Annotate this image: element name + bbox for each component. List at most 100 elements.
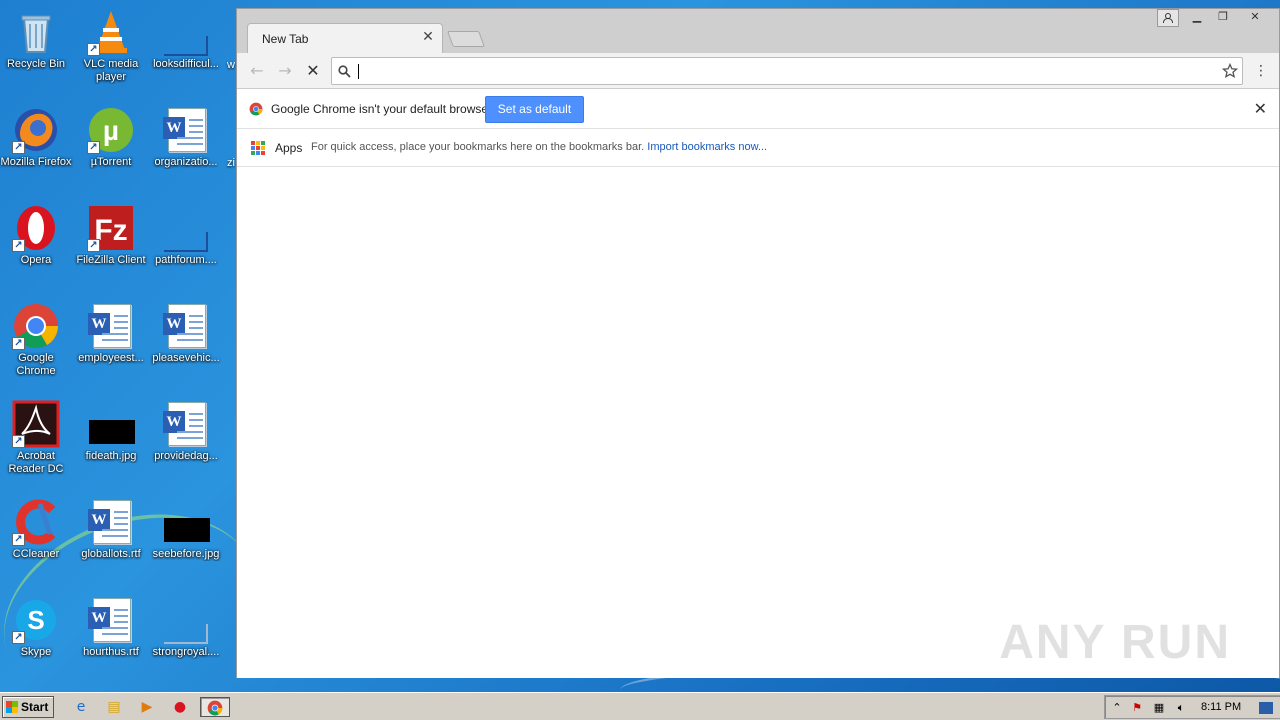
shortcut-arrow-icon: ↗ [12,533,25,546]
bookmarks-hint-text: For quick access, place your bookmarks h… [311,141,645,153]
desktop-icon-vlc[interactable]: ↗ VLC media player [73,4,149,96]
desktop-icon-globallots[interactable]: W globallots.rtf [73,494,149,586]
bookmark-star-icon[interactable] [1222,63,1238,79]
tab-title: New Tab [262,32,309,46]
title-bar: New Tab ✕ ▁ ❐ ✕ [237,9,1279,53]
apps-grid-icon[interactable] [251,141,265,155]
icon-label: pathforum.... [155,254,217,266]
profile-icon[interactable] [1157,9,1179,27]
apps-shortcut[interactable]: Apps [275,141,302,155]
icon-label: organizatio... [154,156,218,168]
desktop-icon-hourthus[interactable]: W hourthus.rtf [73,592,149,684]
icon-label: fideath.jpg [85,450,137,462]
skype-icon: S ↗ [12,596,60,644]
desktop-icon-providedag[interactable]: W providedag... [148,396,224,488]
show-desktop-icon[interactable] [1259,702,1273,714]
start-button[interactable]: Start [2,696,54,718]
icon-label: FileZilla Client [76,254,146,266]
media-player-icon[interactable]: ▶ [136,697,158,717]
forward-arrow-icon[interactable]: → [275,61,295,81]
icon-label: providedag... [154,450,218,462]
word-document-icon: W [87,302,135,350]
shortcut-arrow-icon: ↗ [87,43,100,56]
desktop-icon-looksdifficul[interactable]: looksdifficul... [148,4,224,96]
opera-taskbar-icon[interactable]: ● [169,697,191,717]
infobar-close-icon[interactable]: ✕ [1254,99,1267,118]
icon-label: strongroyal.... [152,646,220,658]
desktop-icon-pleasevehic[interactable]: W pleasevehic... [148,298,224,390]
shortcut-arrow-icon: ↗ [87,141,100,154]
file-explorer-icon[interactable]: ▤ [103,697,125,717]
menu-kebab-icon[interactable]: ⋮ [1251,61,1271,81]
internet-explorer-icon[interactable]: e [70,697,92,717]
icon-label: Acrobat Reader DC [8,450,64,475]
search-icon [338,65,351,78]
icon-label: Recycle Bin [6,58,66,70]
bookmarks-hint: For quick access, place your bookmarks h… [311,141,767,153]
icon-label: Google Chrome [16,352,56,377]
icon-label: hourthus.rtf [83,646,139,658]
desktop-icon-strongroyal[interactable]: strongroyal.... [148,592,224,684]
close-window-button[interactable]: ✕ [1243,9,1267,27]
windows-logo-icon [6,701,18,713]
import-bookmarks-link[interactable]: Import bookmarks now... [647,141,767,153]
shortcut-arrow-icon: ↗ [12,631,25,644]
svg-text:µ: µ [103,115,119,146]
icon-label: Opera [20,254,52,266]
file-icon [162,596,210,644]
shortcut-arrow-icon: ↗ [12,337,25,350]
minimize-button[interactable]: ▁ [1185,9,1209,27]
chrome-taskbar-button[interactable] [200,697,230,717]
tab-close-icon[interactable]: ✕ [420,29,436,45]
network-icon[interactable]: ▦ [1151,700,1167,716]
action-center-icon[interactable]: ⚑ [1129,700,1145,716]
desktop-icon-utorrent[interactable]: µ ↗ µTorrent [73,102,149,194]
default-browser-infobar: Google Chrome isn't your default browser… [237,89,1279,129]
restore-button[interactable]: ❐ [1211,9,1235,27]
image-file-icon [162,498,210,546]
vlc-icon: ↗ [87,8,135,56]
show-hidden-icons-icon[interactable]: ⌃ [1109,700,1125,716]
acrobat-icon: ↗ [12,400,60,448]
word-document-icon: W [162,106,210,154]
omnibox[interactable] [331,57,1243,85]
desktop-icon-pathforum[interactable]: pathforum.... [148,200,224,292]
shortcut-arrow-icon: ↗ [12,435,25,448]
stop-loading-icon[interactable]: ✕ [303,61,323,81]
desktop-icon-recycle-bin[interactable]: Recycle Bin [0,4,74,96]
new-tab-page: ANY RUN [237,167,1279,678]
desktop-icon-firefox[interactable]: ↗ Mozilla Firefox [0,102,74,194]
desktop-icon-employeest[interactable]: W employeest... [73,298,149,390]
desktop-icon-seebefore[interactable]: seebefore.jpg [148,494,224,586]
set-as-default-button[interactable]: Set as default [485,96,584,123]
volume-icon[interactable]: 🔈︎ [1173,700,1189,716]
back-arrow-icon[interactable]: ← [247,61,267,81]
anyrun-watermark: ANY RUN [999,616,1231,669]
new-tab-button[interactable] [447,31,485,47]
desktop-icon-fideath[interactable]: fideath.jpg [73,396,149,488]
omnibox-input[interactable] [362,60,1202,82]
toolbar: ← → ✕ ⋮ [237,53,1279,89]
desktop-icon-filezilla[interactable]: Fz ↗ FileZilla Client [73,200,149,292]
desktop-icon-google-chrome[interactable]: ↗ Google Chrome [0,298,74,390]
firefox-icon: ↗ [12,106,60,154]
clock[interactable]: 8:11 PM [1201,701,1241,713]
shortcut-arrow-icon: ↗ [12,141,25,154]
icon-label: Skype [20,646,52,658]
desktop-icon-skype[interactable]: S ↗ Skype [0,592,74,684]
tab-new-tab[interactable]: New Tab ✕ [247,23,443,53]
desktop-icon-acrobat[interactable]: ↗ Acrobat Reader DC [0,396,74,488]
ccleaner-icon: ↗ [12,498,60,546]
file-icon [162,204,210,252]
icon-label: employeest... [78,352,144,364]
desktop-icon-organizatio[interactable]: W organizatio... [148,102,224,194]
icon-label: looksdifficul... [153,58,219,70]
utorrent-icon: µ ↗ [87,106,135,154]
shortcut-arrow-icon: ↗ [12,239,25,252]
bookmarks-bar: Apps For quick access, place your bookma… [237,129,1279,167]
desktop-icon-ccleaner[interactable]: ↗ CCleaner [0,494,74,586]
chrome-logo-icon [249,102,263,116]
icon-label: µTorrent [90,156,132,168]
desktop-icon-opera[interactable]: ↗ Opera [0,200,74,292]
word-document-icon: W [162,400,210,448]
